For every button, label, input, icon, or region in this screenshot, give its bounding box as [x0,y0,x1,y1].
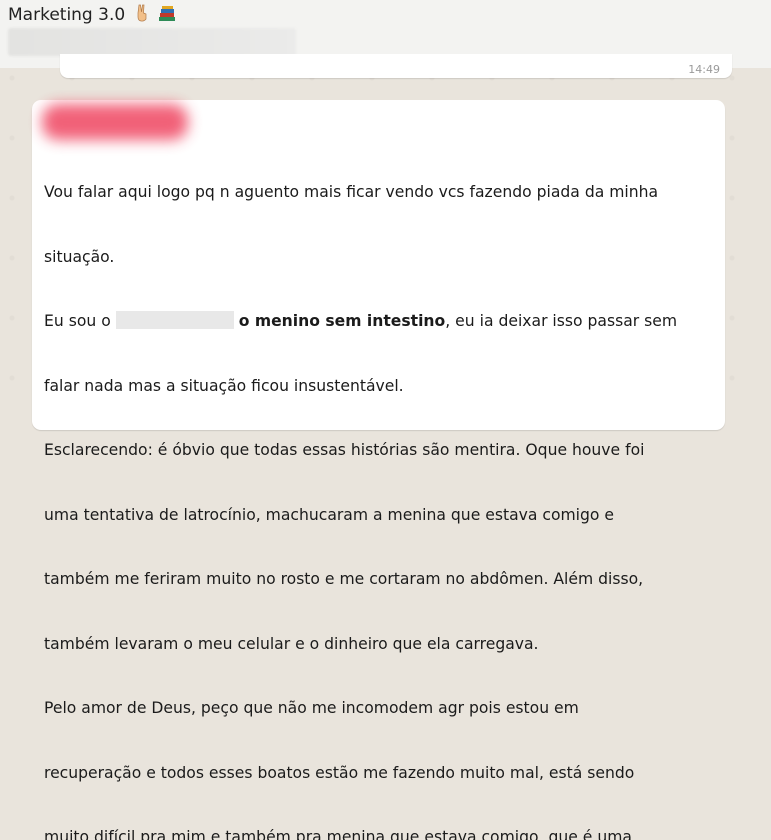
message-line: Vou falar aqui logo pq n aguento mais fi… [44,183,659,201]
message-line: Eu sou o o menino sem intestino, eu ia d… [44,311,716,333]
message-line: recuperação e todos esses boatos estão m… [44,763,635,782]
message-line: muito difícil pra mim e também pra menin… [44,828,632,840]
previous-message-bubble[interactable]: 14:49 [60,54,732,78]
message-line: situação. [44,247,115,266]
message-line: uma tentativa de latrocínio, machucaram … [44,505,614,524]
message-fragment: , eu ia deixar isso passar sem [445,312,678,330]
message-time: 14:49 [688,63,720,76]
group-name: Marketing 3.0 [8,5,126,25]
message-line: Pelo amor de Deus, peço que não me incom… [44,699,579,717]
victory-hand-icon [135,4,149,27]
group-title[interactable]: Marketing 3.0 [8,4,176,27]
bold-phrase: o menino sem intestino [238,312,446,330]
message-line: falar nada mas a situação ficou insusten… [44,376,404,395]
redacted-name [115,311,234,329]
redacted-members-list [8,28,296,56]
books-icon [158,6,176,27]
message-text: Vou falar aqui logo pq n aguento mais fi… [44,139,716,840]
message-line: também me feriram muito no rosto e me co… [44,570,644,588]
message-fragment: Eu sou o [44,312,111,330]
redacted-sender-name [42,104,188,140]
message-line: Esclarecendo: é óbvio que todas essas hi… [44,441,645,459]
message-line: também levaram o meu celular e o dinheir… [44,634,539,653]
